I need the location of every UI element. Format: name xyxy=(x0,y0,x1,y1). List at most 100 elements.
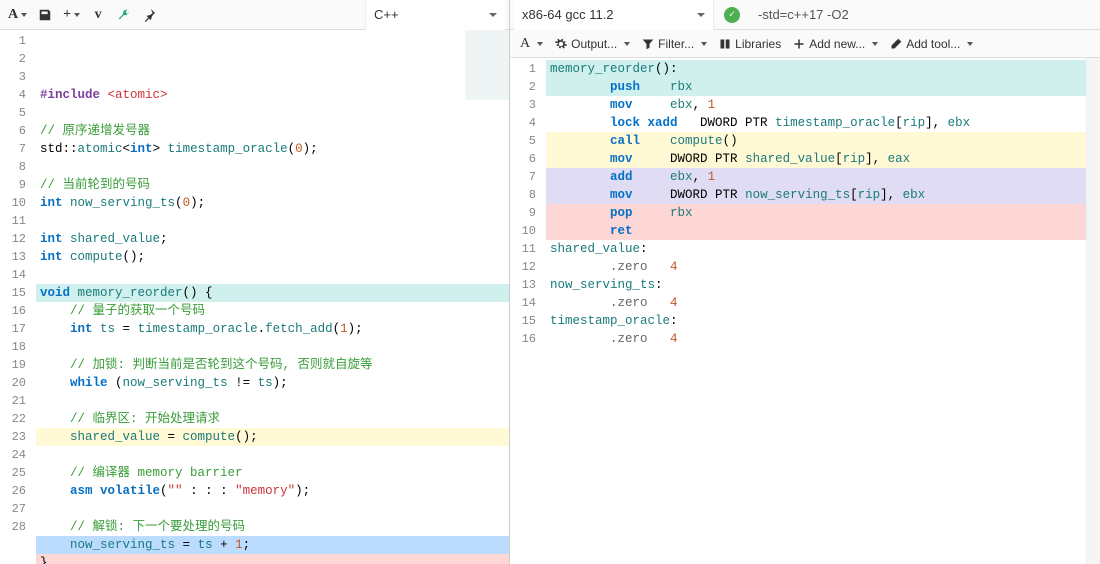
code-line[interactable] xyxy=(36,104,509,122)
code-line[interactable]: // 解锁: 下一个要处理的号码 xyxy=(36,518,509,536)
code-line[interactable]: memory_reorder(): xyxy=(546,60,1086,78)
code-line[interactable]: #include <atomic> xyxy=(36,86,509,104)
add-new-button[interactable]: Add new... xyxy=(789,35,882,53)
asm-font-button[interactable]: A xyxy=(516,34,547,54)
code-line[interactable]: // 量子的获取一个号码 xyxy=(36,302,509,320)
code-line[interactable] xyxy=(36,392,509,410)
code-line[interactable]: // 加锁: 判断当前是否轮到这个号码, 否则就自旋等 xyxy=(36,356,509,374)
asm-code[interactable]: memory_reorder(): push rbx mov ebx, 1 lo… xyxy=(546,58,1086,564)
line-number: 17 xyxy=(0,320,26,338)
compiler-flags-input[interactable]: -std=c++17 -O2 xyxy=(750,3,1096,26)
code-line[interactable]: ret xyxy=(546,222,1086,240)
code-line[interactable]: timestamp_oracle: xyxy=(546,312,1086,330)
code-line[interactable]: asm volatile("" : : : "memory"); xyxy=(36,482,509,500)
code-line[interactable]: int now_serving_ts(0); xyxy=(36,194,509,212)
line-number: 16 xyxy=(510,330,536,348)
line-number: 16 xyxy=(0,302,26,320)
line-number: 24 xyxy=(0,446,26,464)
code-line[interactable]: mov ebx, 1 xyxy=(546,96,1086,114)
code-line[interactable]: while (now_serving_ts != ts); xyxy=(36,374,509,392)
filter-button[interactable]: Filter... xyxy=(638,35,711,53)
code-line[interactable]: pop rbx xyxy=(546,204,1086,222)
pencil-icon xyxy=(890,38,902,50)
libraries-label: Libraries xyxy=(735,37,781,51)
add-button[interactable]: + xyxy=(59,3,84,27)
code-line[interactable] xyxy=(36,446,509,464)
line-number: 22 xyxy=(0,410,26,428)
language-select[interactable]: C++ xyxy=(365,0,505,30)
code-line[interactable] xyxy=(36,338,509,356)
code-line[interactable]: shared_value = compute(); xyxy=(36,428,509,446)
line-number: 4 xyxy=(0,86,26,104)
source-toolbar: A + v C++ xyxy=(0,0,509,30)
source-code[interactable]: #include <atomic>// 原序递增发号器std::atomic<i… xyxy=(36,30,509,564)
filter-label: Filter... xyxy=(658,37,694,51)
code-line[interactable]: now_serving_ts = ts + 1; xyxy=(36,536,509,554)
code-line[interactable]: mov DWORD PTR shared_value[rip], eax xyxy=(546,150,1086,168)
asm-toolbar: x86-64 gcc 11.2 ✓ -std=c++17 -O2 xyxy=(510,0,1100,30)
code-line[interactable]: int ts = timestamp_oracle.fetch_add(1); xyxy=(36,320,509,338)
pin-icon xyxy=(143,8,157,22)
output-label: Output... xyxy=(571,37,617,51)
book-icon xyxy=(719,38,731,50)
line-number: 11 xyxy=(0,212,26,230)
wrench-button[interactable] xyxy=(112,3,136,27)
code-line[interactable]: int compute(); xyxy=(36,248,509,266)
asm-editor[interactable]: 12345678910111213141516 memory_reorder()… xyxy=(510,58,1100,564)
code-line[interactable]: now_serving_ts: xyxy=(546,276,1086,294)
output-button[interactable]: Output... xyxy=(551,35,634,53)
code-line[interactable] xyxy=(36,212,509,230)
line-number: 2 xyxy=(0,50,26,68)
line-number: 8 xyxy=(0,158,26,176)
status-ok-icon: ✓ xyxy=(724,7,740,23)
code-line[interactable] xyxy=(36,158,509,176)
code-line[interactable]: .zero 4 xyxy=(546,258,1086,276)
line-number: 19 xyxy=(0,356,26,374)
vim-button[interactable]: v xyxy=(86,3,110,27)
asm-sub-toolbar: A Output... Filter... Libraries Add new.… xyxy=(510,30,1100,58)
save-button[interactable] xyxy=(33,3,57,27)
line-number: 2 xyxy=(510,78,536,96)
code-line[interactable]: } xyxy=(36,554,509,564)
code-line[interactable]: add ebx, 1 xyxy=(546,168,1086,186)
code-line[interactable]: void memory_reorder() { xyxy=(36,284,509,302)
line-number: 15 xyxy=(0,284,26,302)
source-editor[interactable]: 1234567891011121314151617181920212223242… xyxy=(0,30,509,564)
code-line[interactable]: // 原序递增发号器 xyxy=(36,122,509,140)
plus-icon xyxy=(793,38,805,50)
code-line[interactable]: lock xadd DWORD PTR timestamp_oracle[rip… xyxy=(546,114,1086,132)
code-line[interactable] xyxy=(36,266,509,284)
line-number: 23 xyxy=(0,428,26,446)
code-line[interactable]: mov DWORD PTR now_serving_ts[rip], ebx xyxy=(546,186,1086,204)
code-line[interactable]: int shared_value; xyxy=(36,230,509,248)
line-number: 9 xyxy=(510,204,536,222)
asm-pane: x86-64 gcc 11.2 ✓ -std=c++17 -O2 A Outpu… xyxy=(510,0,1100,564)
code-line[interactable]: std::atomic<int> timestamp_oracle(0); xyxy=(36,140,509,158)
code-line[interactable]: .zero 4 xyxy=(546,294,1086,312)
add-tool-label: Add tool... xyxy=(906,37,960,51)
line-number: 10 xyxy=(510,222,536,240)
code-line[interactable]: // 编译器 memory barrier xyxy=(36,464,509,482)
code-line[interactable]: // 临界区: 开始处理请求 xyxy=(36,410,509,428)
line-number: 14 xyxy=(510,294,536,312)
line-number: 9 xyxy=(0,176,26,194)
add-tool-button[interactable]: Add tool... xyxy=(886,35,977,53)
compiler-select[interactable]: x86-64 gcc 11.2 xyxy=(514,0,714,30)
asm-scrollbar[interactable] xyxy=(1086,58,1100,564)
code-line[interactable]: .zero 4 xyxy=(546,330,1086,348)
pin-button[interactable] xyxy=(138,3,162,27)
code-line[interactable]: push rbx xyxy=(546,78,1086,96)
code-line[interactable]: shared_value: xyxy=(546,240,1086,258)
line-number: 21 xyxy=(0,392,26,410)
code-line[interactable]: // 当前轮到的号码 xyxy=(36,176,509,194)
code-line[interactable] xyxy=(36,500,509,518)
line-number: 6 xyxy=(510,150,536,168)
font-button[interactable]: A xyxy=(4,3,31,27)
code-line[interactable]: call compute() xyxy=(546,132,1086,150)
line-number: 3 xyxy=(0,68,26,86)
line-number: 12 xyxy=(0,230,26,248)
source-pane: A + v C++ 123456789101112131415161718192… xyxy=(0,0,510,564)
line-number: 6 xyxy=(0,122,26,140)
libraries-button[interactable]: Libraries xyxy=(715,35,785,53)
line-number: 3 xyxy=(510,96,536,114)
